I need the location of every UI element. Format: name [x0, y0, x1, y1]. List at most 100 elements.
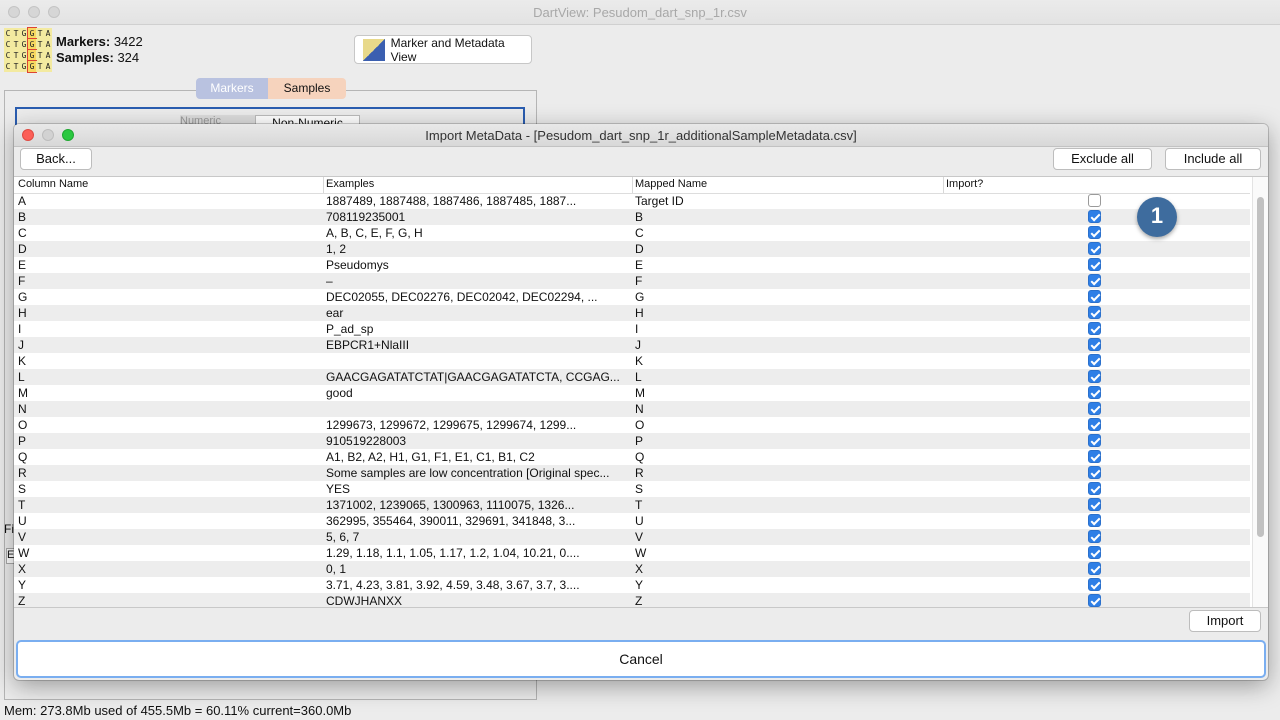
import-checkbox[interactable] — [1088, 578, 1101, 591]
mapped-name-cell[interactable]: S — [635, 481, 940, 497]
mapped-name-cell[interactable]: J — [635, 337, 940, 353]
mapped-name-cell[interactable]: C — [635, 225, 940, 241]
table-row[interactable]: Mgood M — [14, 385, 1250, 401]
table-row[interactable]: P 910519228003 P — [14, 433, 1250, 449]
import-checkbox[interactable] — [1088, 338, 1101, 351]
mapped-name-cell[interactable]: F — [635, 273, 940, 289]
table-row[interactable]: A 1887489, 1887488, 1887486, 1887485, 188… — [14, 193, 1250, 209]
import-checkbox[interactable] — [1088, 482, 1101, 495]
import-checkbox[interactable] — [1088, 418, 1101, 431]
logo-base-letter: G — [20, 39, 28, 50]
table-row[interactable]: S YES S — [14, 481, 1250, 497]
table-row[interactable]: U 362995, 355464, 390011, 329691, 341848,… — [14, 513, 1250, 529]
header-import[interactable]: Import? — [946, 178, 983, 190]
mapped-name-cell[interactable]: R — [635, 465, 940, 481]
column-divider[interactable] — [323, 177, 324, 193]
import-checkbox[interactable] — [1088, 498, 1101, 511]
import-checkbox[interactable] — [1088, 210, 1101, 223]
column-name-cell: A — [18, 194, 27, 208]
exclude-all-button[interactable]: Exclude all — [1053, 148, 1152, 170]
import-checkbox[interactable] — [1088, 194, 1101, 207]
header-examples[interactable]: Examples — [326, 178, 374, 190]
back-button[interactable]: Back... — [20, 148, 92, 170]
import-checkbox[interactable] — [1088, 450, 1101, 463]
import-checkbox[interactable] — [1088, 466, 1101, 479]
tab-samples[interactable]: Samples — [268, 78, 346, 99]
mapped-name-cell[interactable]: P — [635, 433, 940, 449]
mapped-name-cell[interactable]: Target ID — [635, 193, 940, 209]
table-row[interactable]: R Some samples are low concentration [Ori… — [14, 465, 1250, 481]
import-checkbox[interactable] — [1088, 258, 1101, 271]
mapped-name-cell[interactable]: I — [635, 321, 940, 337]
mapped-name-cell[interactable]: D — [635, 241, 940, 257]
import-checkbox[interactable] — [1088, 306, 1101, 319]
import-checkbox[interactable] — [1088, 546, 1101, 559]
mapped-name-cell[interactable]: O — [635, 417, 940, 433]
marker-metadata-view-button[interactable]: Marker and Metadata View — [354, 35, 532, 64]
mapped-name-cell[interactable]: U — [635, 513, 940, 529]
table-row[interactable]: G DEC02055, DEC02276, DEC02042, DEC02294,… — [14, 289, 1250, 305]
import-checkbox[interactable] — [1088, 370, 1101, 383]
mapped-name-cell[interactable]: L — [635, 369, 940, 385]
table-row[interactable]: O 1299673, 1299672, 1299675, 1299674, 129… — [14, 417, 1250, 433]
import-checkbox[interactable] — [1088, 226, 1101, 239]
mapped-name-cell[interactable]: Z — [635, 593, 940, 607]
mapped-name-cell[interactable]: Q — [635, 449, 940, 465]
table-row[interactable]: KK — [14, 353, 1250, 369]
table-row[interactable]: F – F — [14, 273, 1250, 289]
mapped-name-cell[interactable]: X — [635, 561, 940, 577]
import-checkbox[interactable] — [1088, 274, 1101, 287]
table-row[interactable]: NN — [14, 401, 1250, 417]
mapped-name-cell[interactable]: K — [635, 353, 940, 369]
table-row[interactable]: Y 3.71, 4.23, 3.81, 3.92, 4.59, 3.48, 3.6… — [14, 577, 1250, 593]
mapped-name-cell[interactable]: T — [635, 497, 940, 513]
mapped-name-cell[interactable]: B — [635, 209, 940, 225]
table-row[interactable]: Z CDWJHANXX Z — [14, 593, 1250, 607]
import-checkbox[interactable] — [1088, 562, 1101, 575]
mapped-name-cell[interactable]: W — [635, 545, 940, 561]
import-checkbox[interactable] — [1088, 514, 1101, 527]
vertical-scrollbar[interactable] — [1252, 177, 1268, 607]
table-row[interactable]: B 708119235001 B — [14, 209, 1250, 225]
table-row[interactable]: E Pseudomys E — [14, 257, 1250, 273]
import-checkbox[interactable] — [1088, 594, 1101, 607]
table-row[interactable]: X 0, 1 X — [14, 561, 1250, 577]
header-mapped-name[interactable]: Mapped Name — [635, 178, 707, 190]
cancel-button[interactable]: Cancel — [16, 640, 1266, 678]
column-divider[interactable] — [943, 177, 944, 193]
table-row[interactable]: T 1371002, 1239065, 1300963, 1110075, 132… — [14, 497, 1250, 513]
mapped-name-cell[interactable]: M — [635, 385, 940, 401]
import-checkbox[interactable] — [1088, 434, 1101, 447]
mapped-name-cell[interactable]: H — [635, 305, 940, 321]
mapped-name-cell[interactable]: Y — [635, 577, 940, 593]
tab-markers[interactable]: Markers — [196, 78, 268, 99]
import-button[interactable]: Import — [1189, 610, 1261, 632]
table-row[interactable]: C A, B, C, E, F, G, H C — [14, 225, 1250, 241]
import-checkbox[interactable] — [1088, 322, 1101, 335]
table-row[interactable]: J EBPCR1+NlaIII J — [14, 337, 1250, 353]
logo-base-letter: T — [12, 61, 20, 72]
include-all-button[interactable]: Include all — [1165, 148, 1261, 170]
header-column-name[interactable]: Column Name — [18, 178, 88, 190]
import-checkbox[interactable] — [1088, 530, 1101, 543]
grid-view-icon — [363, 38, 385, 61]
mapped-name-cell[interactable]: N — [635, 401, 940, 417]
import-checkbox[interactable] — [1088, 242, 1101, 255]
mapped-name-cell[interactable]: V — [635, 529, 940, 545]
table-row[interactable]: I P_ad_sp I — [14, 321, 1250, 337]
scrollbar-thumb[interactable] — [1257, 197, 1264, 537]
import-checkbox[interactable] — [1088, 386, 1101, 399]
import-checkbox[interactable] — [1088, 354, 1101, 367]
logo-base-letter: G — [20, 61, 28, 72]
import-checkbox[interactable] — [1088, 402, 1101, 415]
table-row[interactable]: Hear H — [14, 305, 1250, 321]
mapped-name-cell[interactable]: G — [635, 289, 940, 305]
table-row[interactable]: L GAACGAGATATCTAT|GAACGAGATATCTA, CCGAG..… — [14, 369, 1250, 385]
table-row[interactable]: V 5, 6, 7 V — [14, 529, 1250, 545]
mapped-name-cell[interactable]: E — [635, 257, 940, 273]
table-row[interactable]: W 1.29, 1.18, 1.1, 1.05, 1.17, 1.2, 1.04,… — [14, 545, 1250, 561]
column-divider[interactable] — [632, 177, 633, 193]
table-row[interactable]: Q A1, B2, A2, H1, G1, F1, E1, C1, B1, C2 Q — [14, 449, 1250, 465]
table-row[interactable]: D 1, 2 D — [14, 241, 1250, 257]
import-checkbox[interactable] — [1088, 290, 1101, 303]
